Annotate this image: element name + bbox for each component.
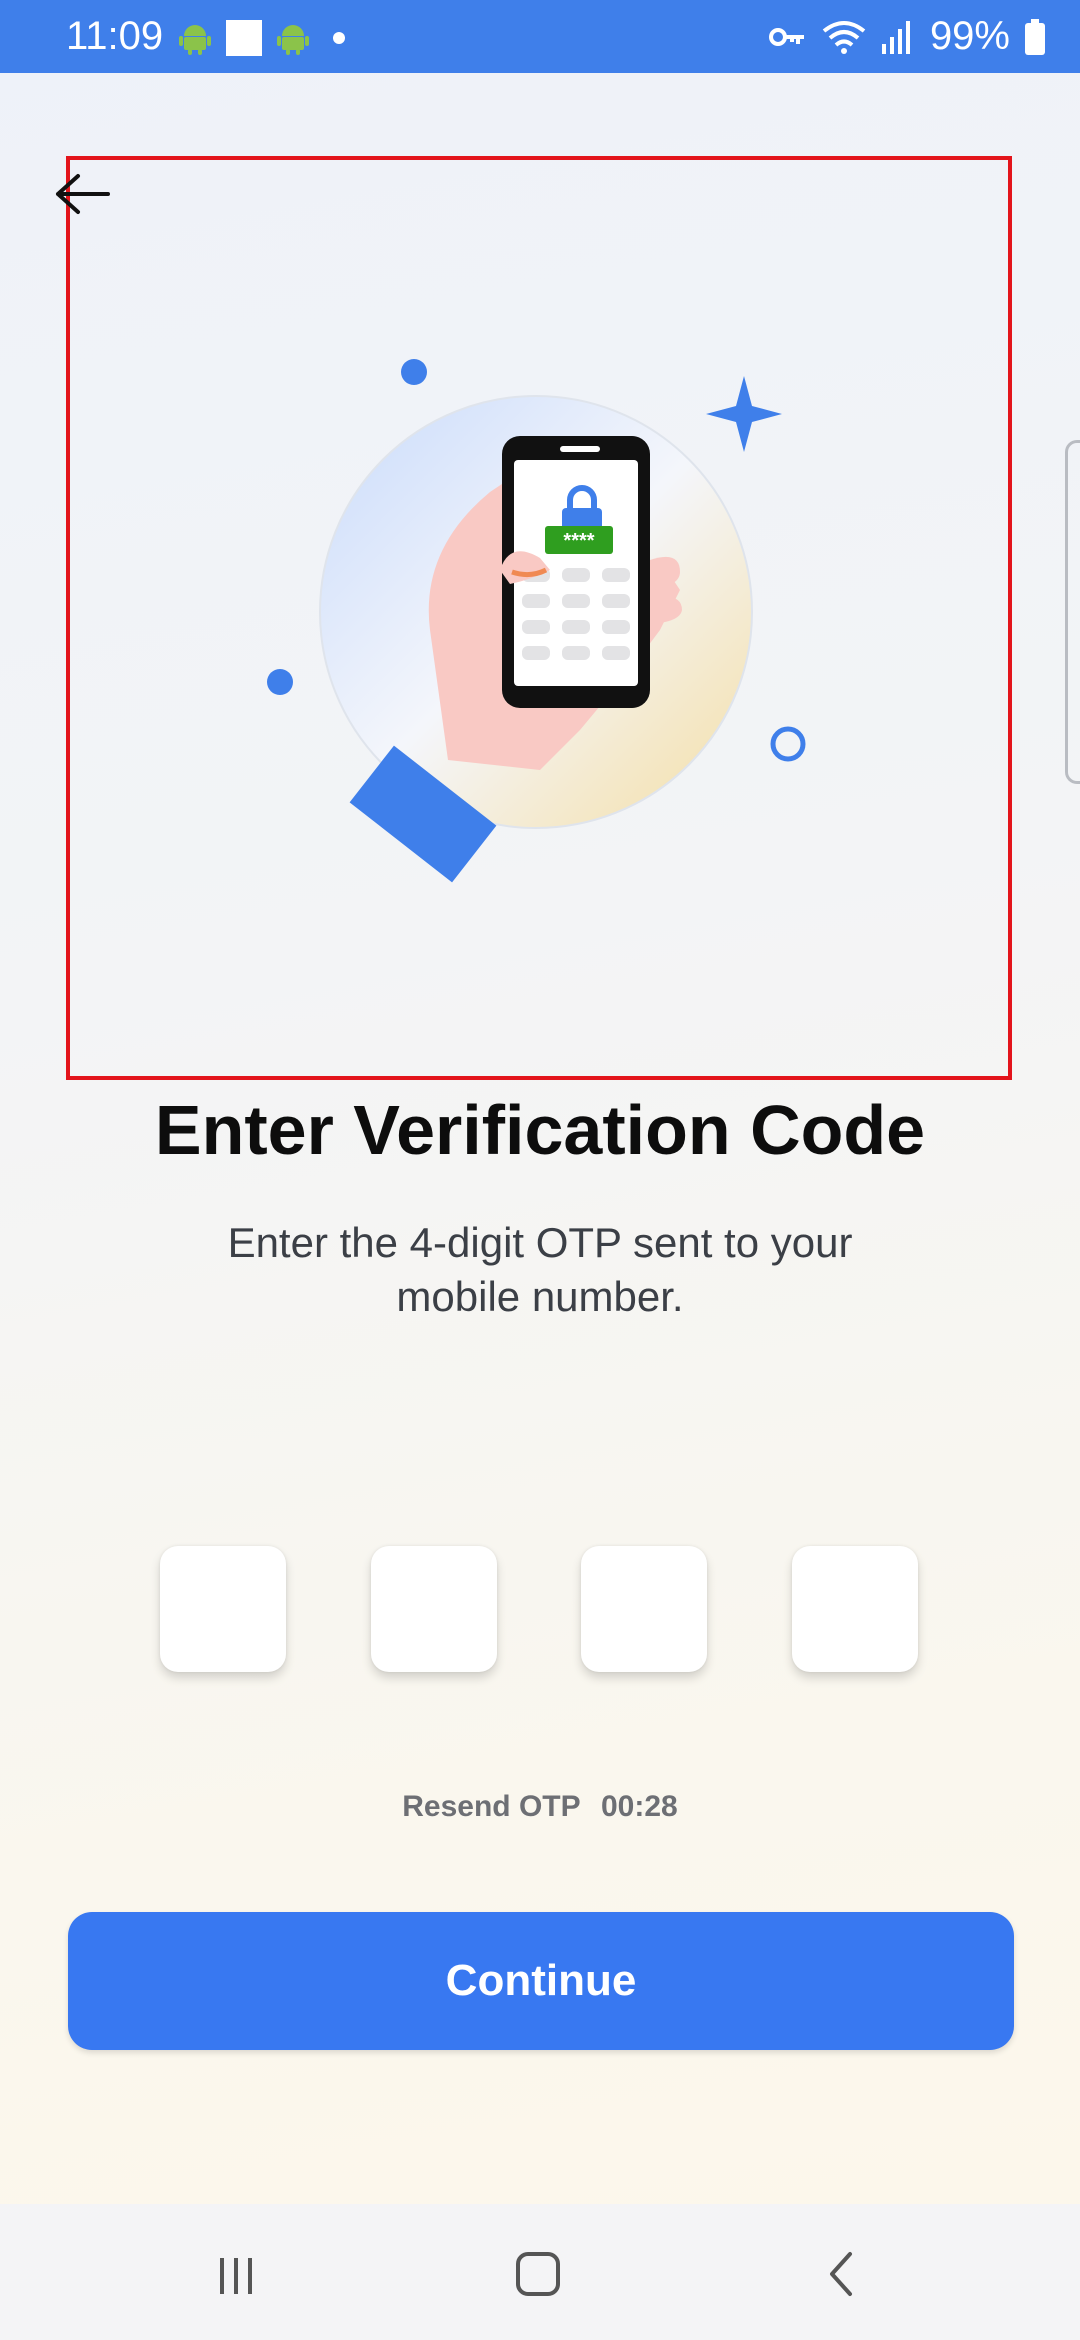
resend-otp-link[interactable]: Resend OTP bbox=[402, 1790, 580, 1823]
notification-icons bbox=[178, 20, 354, 56]
recent-apps-button[interactable] bbox=[206, 2244, 266, 2304]
subtitle: Enter the 4-digit OTP sent to your mobil… bbox=[227, 1219, 853, 1320]
status-bar: 11:09 99% bbox=[0, 0, 1080, 73]
home-button[interactable] bbox=[508, 2244, 568, 2304]
battery-percentage: 99% bbox=[929, 14, 1010, 58]
vpn-key-icon bbox=[768, 27, 804, 46]
arrow-left-icon bbox=[56, 174, 110, 214]
otp-digit-3-input[interactable] bbox=[581, 1546, 707, 1672]
otp-digit-1-input[interactable] bbox=[160, 1546, 286, 1672]
system-status-icons: 99% bbox=[768, 14, 1046, 59]
sparkle-icon bbox=[706, 376, 782, 452]
navigation-bar bbox=[0, 2204, 1080, 2340]
otp-digit-4-input[interactable] bbox=[792, 1546, 918, 1672]
recent-apps-icon bbox=[220, 2258, 252, 2294]
decor-dot bbox=[401, 359, 427, 385]
back-icon bbox=[830, 2252, 852, 2296]
android-icon bbox=[277, 25, 309, 55]
lock-code: **** bbox=[563, 530, 594, 552]
page-title: Enter Verification Code bbox=[154, 1091, 926, 1169]
nav-back-button[interactable] bbox=[812, 2244, 872, 2304]
wifi-icon bbox=[822, 20, 866, 54]
android-icon bbox=[179, 25, 211, 55]
edge-panel-handle[interactable] bbox=[1065, 440, 1080, 784]
continue-button[interactable]: Continue bbox=[68, 1912, 1014, 2050]
phone-lock-illustration: **** bbox=[267, 359, 806, 883]
battery-icon bbox=[1025, 18, 1045, 55]
resend-otp: Resend OTP 00:28 bbox=[0, 1790, 1080, 1824]
dot-icon bbox=[333, 32, 345, 44]
otp-digit-2-input[interactable] bbox=[371, 1546, 497, 1672]
decor-ring bbox=[770, 726, 806, 762]
square-icon bbox=[226, 20, 262, 56]
back-button[interactable] bbox=[54, 168, 118, 220]
signal-icon bbox=[881, 20, 910, 54]
status-time: 11:09 bbox=[66, 14, 164, 58]
decor-dot bbox=[267, 669, 293, 695]
home-icon bbox=[516, 2252, 560, 2296]
resend-timer: 00:28 bbox=[600, 1790, 678, 1823]
